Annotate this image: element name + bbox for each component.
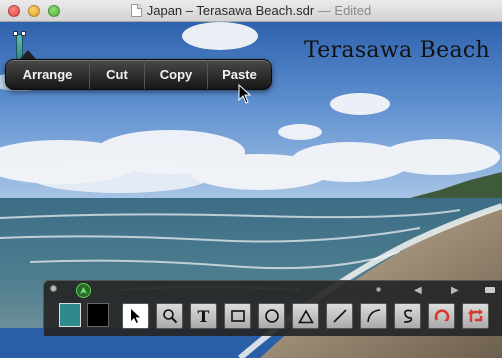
palette-close-dot[interactable] [50,285,57,292]
mouse-pointer-icon [238,84,252,104]
rectangle-icon [230,310,245,322]
zoom-tool[interactable] [156,303,183,329]
arrow-pointer-icon [130,309,140,323]
arc-icon [366,309,380,323]
rotate-icon [434,309,449,321]
context-menu: Arrange Cut Copy Paste [5,59,272,90]
page-caption[interactable]: Terasawa Beach [304,38,490,63]
arrow-select-tool[interactable] [122,303,149,329]
arc-tool[interactable] [360,303,387,329]
previous-arrow-icon[interactable]: ◀ [414,285,422,296]
tool-palette: ◀ ▶ T [43,280,502,336]
triangle-tool[interactable] [292,303,319,329]
menu-item-cut[interactable]: Cut [90,60,145,89]
rotate-tool[interactable] [428,303,455,329]
selection-handle[interactable] [13,31,18,36]
next-arrow-icon[interactable]: ▶ [451,285,459,296]
palette-resize-grip[interactable] [485,287,495,293]
flip-tool[interactable] [462,303,489,329]
stroke-color-swatch[interactable] [87,303,109,327]
palette-mode-button[interactable] [76,283,91,298]
squiggle-icon [403,309,412,323]
document-icon[interactable] [130,4,142,17]
oval-tool[interactable] [258,303,285,329]
context-menu-pointer [20,50,36,59]
menu-item-copy[interactable]: Copy [145,60,208,89]
circle-icon [264,309,279,323]
fill-color-swatch[interactable] [59,303,81,327]
window-titlebar: Japan – Terasawa Beach.sdr — Edited [0,0,502,22]
menu-item-arrange[interactable]: Arrange [6,60,90,89]
magnifier-icon [162,309,177,324]
selection-handle[interactable] [21,31,26,36]
window-title: Japan – Terasawa Beach.sdr — Edited [0,3,502,18]
line-tool[interactable] [326,303,353,329]
triangle-icon [297,308,314,323]
palette-page-dot[interactable] [376,287,381,292]
rectangle-tool[interactable] [224,303,251,329]
flip-arrows-icon [467,309,483,322]
title-status[interactable]: — Edited [318,3,371,18]
text-tool[interactable]: T [190,303,217,329]
line-icon [332,309,347,323]
up-arrow-icon [80,287,87,294]
title-name: Japan – Terasawa Beach.sdr [146,3,315,18]
freehand-tool[interactable] [394,303,421,329]
text-icon: T [197,306,210,326]
